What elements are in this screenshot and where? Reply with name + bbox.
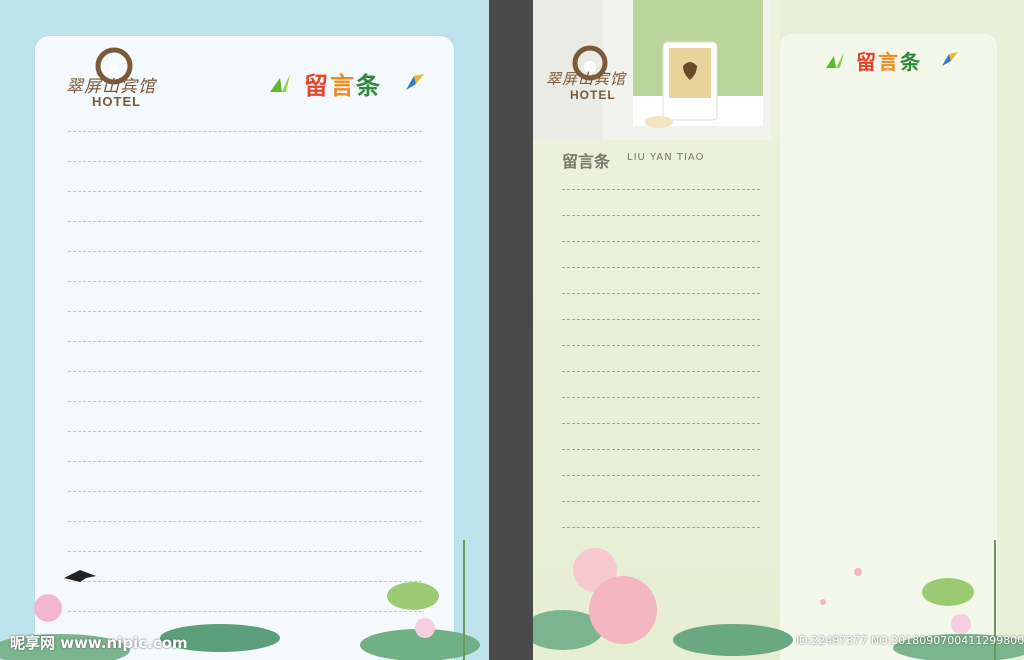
- writing-line: [68, 311, 422, 312]
- writing-line: [562, 475, 760, 476]
- writing-line: [562, 293, 760, 294]
- writing-line: [68, 161, 422, 162]
- writing-line: [68, 281, 422, 282]
- hotel-name-en: HOTEL: [570, 88, 616, 102]
- writing-line: [68, 251, 422, 252]
- writing-line: [562, 345, 760, 346]
- card-title-char: 留: [856, 50, 878, 74]
- leaf-icon: [270, 74, 290, 92]
- watermark-site: 昵享网 www.nipic.com: [10, 634, 188, 652]
- writing-line: [562, 501, 760, 502]
- writing-line: [562, 267, 760, 268]
- writing-line: [562, 423, 760, 424]
- writing-line: [68, 401, 422, 402]
- note-title-char: 言: [330, 71, 356, 100]
- writing-line: [562, 215, 760, 216]
- writing-line: [562, 241, 760, 242]
- note-heading-cn: 留言条: [562, 152, 611, 171]
- note-title-char: 留: [304, 71, 330, 100]
- card-title-char: 言: [878, 50, 900, 74]
- hotel-name-en: HOTEL: [92, 94, 142, 109]
- writing-line: [562, 319, 760, 320]
- paper-plane-icon: [942, 52, 958, 66]
- writing-line: [562, 371, 760, 372]
- writing-line: [68, 131, 422, 132]
- writing-line: [562, 449, 760, 450]
- writing-line: [68, 341, 422, 342]
- writing-line: [68, 431, 422, 432]
- paper-plane-icon: [406, 74, 424, 90]
- writing-line: [562, 397, 760, 398]
- card-title: 留言条: [856, 46, 922, 75]
- note-title: 留言条: [304, 66, 382, 101]
- writing-line: [68, 491, 422, 492]
- watermark-id: ID:22497377 NO:20180907004112998000: [796, 634, 1024, 647]
- writing-line: [68, 221, 422, 222]
- note-title-char: 条: [356, 71, 382, 100]
- writing-line: [68, 371, 422, 372]
- writing-line: [68, 461, 422, 462]
- leaf-icon: [826, 52, 844, 68]
- writing-line: [68, 191, 422, 192]
- writing-line: [562, 189, 760, 190]
- note-heading-pinyin: LIU YAN TIAO: [627, 152, 705, 163]
- hotel-name-cn: 翠屏山宾馆: [546, 70, 627, 88]
- card-title-char: 条: [900, 50, 922, 74]
